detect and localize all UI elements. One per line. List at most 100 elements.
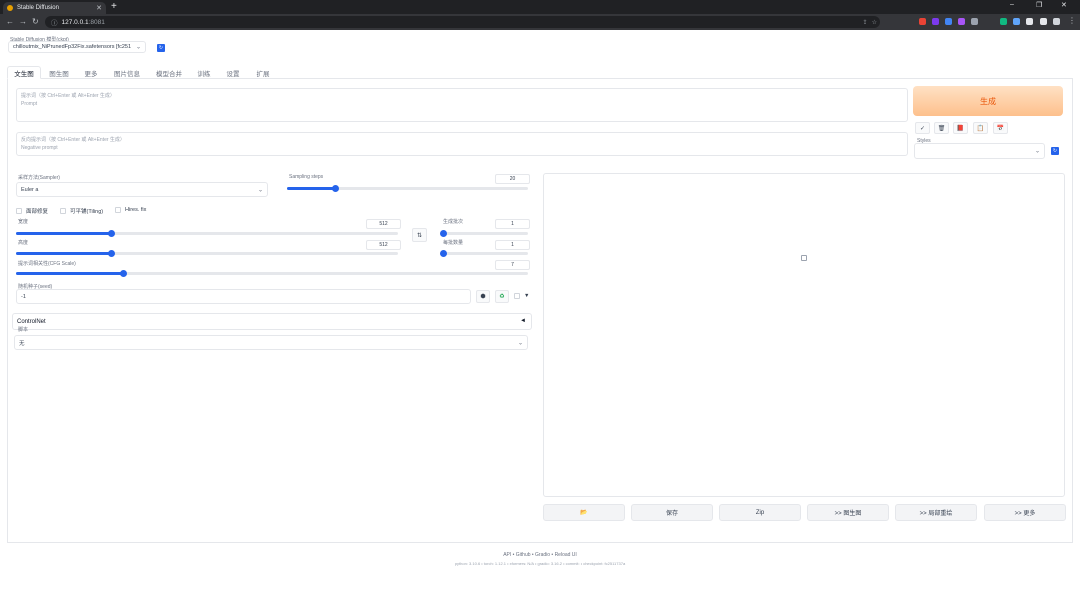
dice-icon[interactable]: ⬢ bbox=[476, 290, 490, 303]
tab-txt2img[interactable]: 文生图 bbox=[7, 66, 41, 79]
batch-count-slider[interactable] bbox=[439, 229, 528, 237]
trash-icon[interactable]: 🗑 bbox=[934, 122, 949, 134]
tab-close-icon[interactable]: ✕ bbox=[96, 4, 102, 12]
book-icon[interactable]: 📕 bbox=[953, 122, 968, 134]
recycle-icon[interactable]: ♻ bbox=[495, 290, 509, 303]
cfg-slider[interactable] bbox=[16, 269, 528, 277]
bookmark-star-icon[interactable]: ☆ bbox=[872, 19, 877, 26]
window-close-button[interactable]: ✕ bbox=[1061, 1, 1067, 9]
send-to-extras-button[interactable]: >> 更多 bbox=[984, 504, 1066, 521]
negative-placeholder-1: 反向提示词（按 Ctrl+Enter 或 Alt+Enter 生成） bbox=[21, 137, 125, 143]
open-folder-icon[interactable]: 📂 bbox=[543, 504, 625, 521]
address-bar[interactable]: ⓘ 127.0.0.1:8081 ⇪ ☆ bbox=[45, 16, 880, 28]
extra-seed-checkbox[interactable]: ▼ bbox=[514, 293, 529, 299]
extension-6-icon[interactable] bbox=[1000, 18, 1007, 25]
tab-img2img[interactable]: 图生图 bbox=[45, 66, 73, 79]
image-placeholder-icon bbox=[801, 255, 807, 261]
model-refresh-icon[interactable]: ↻ bbox=[157, 44, 165, 52]
seed-input[interactable]: -1 bbox=[16, 289, 471, 304]
steps-number-input[interactable]: 20 bbox=[495, 174, 530, 184]
script-select[interactable]: 无 ⌄ bbox=[14, 335, 528, 350]
chevron-down-icon: ⌄ bbox=[257, 187, 263, 193]
extension-5-icon[interactable] bbox=[971, 18, 978, 25]
restore-faces-checkbox[interactable]: 面部修复 bbox=[16, 207, 48, 215]
sampler-select[interactable]: Euler a ⌄ bbox=[16, 182, 268, 197]
width-slider[interactable] bbox=[16, 229, 398, 237]
height-label: 高度 bbox=[18, 240, 29, 246]
extension-3-icon[interactable] bbox=[945, 18, 952, 25]
sampler-label: 采样方法(Sampler) bbox=[18, 175, 60, 181]
steps-slider[interactable] bbox=[287, 184, 528, 192]
prompt-placeholder-1: 提示词（按 Ctrl+Enter 或 Alt+Enter 生成） bbox=[21, 93, 115, 99]
chevron-down-icon: ⌄ bbox=[135, 44, 141, 51]
zip-button[interactable]: Zip bbox=[719, 504, 801, 521]
favicon-icon bbox=[7, 5, 13, 11]
steps-label: Sampling steps bbox=[289, 174, 324, 180]
generate-button[interactable]: 生成 bbox=[913, 86, 1063, 116]
batch-count-number-input[interactable]: 1 bbox=[495, 219, 530, 229]
browser-tab-strip: Stable Diffusion ✕ + – ❐ ✕ bbox=[0, 0, 1080, 14]
extension-4-icon[interactable] bbox=[958, 18, 965, 25]
maximize-button[interactable]: ❐ bbox=[1036, 1, 1042, 9]
extra-seed-toggle: ▼ bbox=[524, 293, 530, 299]
tab-checkpoint-merger[interactable]: 模型合并 bbox=[152, 66, 186, 79]
new-tab-button[interactable]: + bbox=[111, 1, 117, 12]
batch-size-label: 每批数量 bbox=[443, 240, 464, 246]
back-icon[interactable]: ← bbox=[6, 17, 14, 26]
output-gallery bbox=[543, 173, 1065, 497]
share-icon[interactable]: ⇪ bbox=[863, 19, 868, 26]
hires-fix-checkbox[interactable]: Hires. fix bbox=[115, 207, 146, 213]
footer-versions: python: 3.10.6 • torch: 1.12.1 • xformer… bbox=[454, 561, 626, 566]
save-button[interactable]: 保存 bbox=[631, 504, 713, 521]
tab-train[interactable]: 训练 bbox=[194, 66, 214, 79]
chevron-down-icon: ⌄ bbox=[1034, 148, 1040, 155]
save-style-icon[interactable]: 📅 bbox=[993, 122, 1008, 134]
height-number-input[interactable]: 512 bbox=[366, 240, 401, 250]
model-select[interactable]: chilloutmix_NiPrunedFp32Fix.safetensors … bbox=[8, 41, 146, 53]
browser-tab[interactable]: Stable Diffusion ✕ bbox=[3, 2, 106, 14]
controlnet-title: ControlNet bbox=[17, 319, 46, 325]
cfg-number-input[interactable]: 7 bbox=[495, 260, 530, 270]
url-host: 127.0.0.1 bbox=[61, 18, 89, 26]
prompt-textarea[interactable]: 提示词（按 Ctrl+Enter 或 Alt+Enter 生成） Prompt bbox=[16, 88, 908, 122]
styles-select[interactable]: ⌄ bbox=[914, 143, 1045, 159]
url-port: :8081 bbox=[88, 18, 105, 26]
browser-toolbar: ← → ↻ ⓘ 127.0.0.1:8081 ⇪ ☆ ⋮ bbox=[0, 14, 1080, 30]
menu-kebab-icon[interactable]: ⋮ bbox=[1068, 16, 1076, 25]
tiling-checkbox[interactable]: 可平铺(Tiling) bbox=[60, 207, 103, 215]
negative-prompt-textarea[interactable]: 反向提示词（按 Ctrl+Enter 或 Alt+Enter 生成） Negat… bbox=[16, 132, 908, 156]
chevron-down-icon: ⌄ bbox=[517, 340, 523, 346]
send-to-img2img-button[interactable]: >> 图生图 bbox=[807, 504, 889, 521]
side-panel-icon[interactable] bbox=[1040, 18, 1047, 25]
batch-size-slider[interactable] bbox=[439, 249, 528, 257]
extension-7-icon[interactable] bbox=[1013, 18, 1020, 25]
height-slider[interactable] bbox=[16, 249, 398, 257]
tab-extras[interactable]: 更多 bbox=[81, 66, 101, 79]
extension-1-icon[interactable] bbox=[919, 18, 926, 25]
batch-count-label: 生成批次 bbox=[443, 219, 464, 225]
footer-links[interactable]: API • Github • Gradio • Reload UI bbox=[0, 552, 1080, 558]
restore-faces-label: 面部修复 bbox=[26, 209, 49, 215]
send-to-inpaint-button[interactable]: >> 局部重绘 bbox=[895, 504, 977, 521]
info-icon: ⓘ bbox=[51, 20, 58, 27]
forward-icon[interactable]: → bbox=[19, 17, 27, 26]
hires-fix-label: Hires. fix bbox=[125, 207, 147, 213]
profile-avatar-icon[interactable] bbox=[1053, 18, 1060, 25]
swap-dimensions-button[interactable]: ⇅ bbox=[412, 228, 427, 242]
prompt-placeholder-2: Prompt bbox=[21, 101, 38, 107]
tab-settings[interactable]: 设置 bbox=[222, 66, 244, 79]
clipboard-icon[interactable]: 📋 bbox=[973, 122, 988, 134]
width-number-input[interactable]: 512 bbox=[366, 219, 401, 229]
extensions-puzzle-icon[interactable] bbox=[1026, 18, 1033, 25]
controlnet-accordion[interactable]: ControlNet ◄ bbox=[12, 313, 532, 330]
collapse-arrow-icon[interactable]: ◄ bbox=[520, 318, 526, 324]
reload-icon[interactable]: ↻ bbox=[32, 17, 39, 26]
minimize-button[interactable]: – bbox=[1010, 1, 1014, 8]
tab-extensions[interactable]: 扩展 bbox=[252, 66, 274, 79]
extension-2-icon[interactable] bbox=[932, 18, 939, 25]
batch-size-number-input[interactable]: 1 bbox=[495, 240, 530, 250]
tiling-label: 可平铺(Tiling) bbox=[70, 209, 104, 215]
styles-refresh-icon[interactable]: ↻ bbox=[1051, 147, 1059, 155]
tab-png-info[interactable]: 图片信息 bbox=[110, 66, 144, 79]
interrupt-check-button[interactable]: ✓ bbox=[915, 122, 930, 134]
